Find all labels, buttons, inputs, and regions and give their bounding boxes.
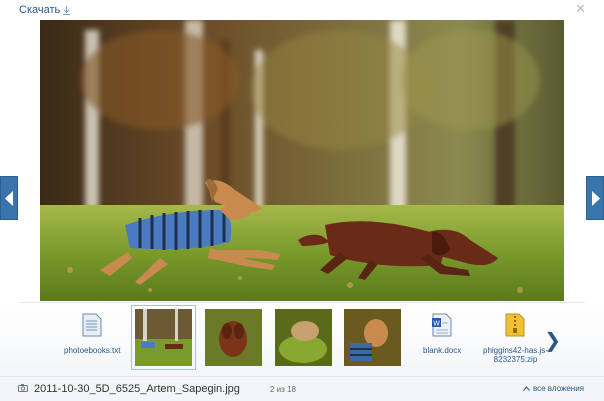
strip-next-icon[interactable]: ❯ (544, 328, 561, 353)
svg-text:W: W (433, 321, 440, 328)
all-attachments-link[interactable]: все вложения (523, 384, 584, 393)
photo-thumbnail (131, 305, 196, 370)
attachment-zip[interactable]: phiggins42-has.js- 8232375.zip (483, 309, 548, 364)
photo-thumbnail (275, 309, 332, 366)
attachment-photo-3[interactable] (275, 309, 332, 366)
attachment-txt[interactable]: photoebooks.txt (64, 309, 120, 355)
text-file-icon (82, 309, 102, 343)
close-icon[interactable]: ✕ (575, 2, 586, 15)
file-name: 2011-10-30_5D_6525_Artem_Sapegin.jpg (34, 383, 240, 395)
attachment-name: phiggins42-has.js- 8232375.zip (483, 346, 548, 364)
attachment-docx[interactable]: W blank.docx (423, 309, 461, 355)
photo-counter: 2 из 18 (270, 385, 296, 394)
attachment-name: photoebooks.txt (64, 346, 121, 355)
photo-thumbnail (344, 309, 401, 366)
chevron-right-icon (592, 191, 600, 206)
camera-icon (18, 383, 28, 395)
all-attachments-label: все вложения (532, 384, 584, 393)
word-file-icon: W (432, 309, 452, 343)
attachments-strip: photoebooks.txt W blank.docx phiggins42-… (0, 302, 604, 376)
chevron-up-icon (523, 384, 530, 393)
download-arrow-icon (63, 5, 71, 15)
download-link[interactable]: Скачать (19, 4, 71, 16)
attachment-photo-1[interactable] (131, 305, 196, 370)
attachment-photo-2[interactable] (205, 309, 262, 366)
footer-bar: 2011-10-30_5D_6525_Artem_Sapegin.jpg 2 и… (0, 376, 604, 401)
attachment-name: blank.docx (423, 346, 462, 355)
chevron-left-icon (5, 191, 13, 206)
attachment-photo-4[interactable] (344, 309, 401, 366)
next-photo-button[interactable] (586, 176, 604, 220)
prev-photo-button[interactable] (0, 176, 18, 220)
top-bar: Скачать ✕ (0, 0, 604, 20)
zip-archive-icon (505, 309, 525, 343)
main-photo (40, 20, 564, 301)
download-label: Скачать (19, 4, 61, 16)
photo-thumbnail (205, 309, 262, 366)
file-info: 2011-10-30_5D_6525_Artem_Sapegin.jpg (18, 383, 240, 395)
